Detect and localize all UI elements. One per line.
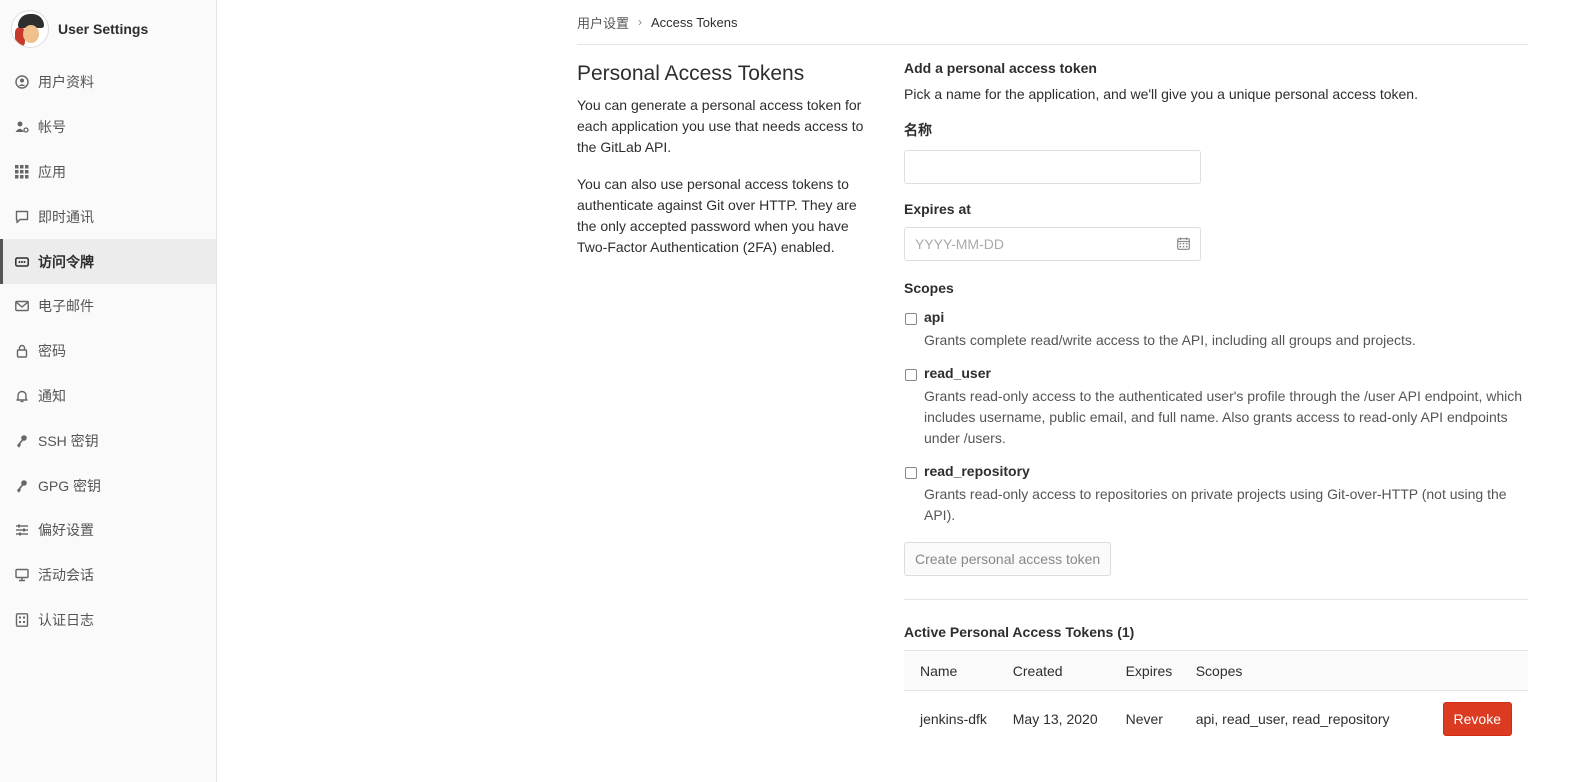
sidebar-item-label: 偏好设置 <box>38 522 94 539</box>
scope-description: Grants complete read/write access to the… <box>924 332 1416 348</box>
sidebar-item-gpg-keys[interactable]: GPG 密钥 <box>0 463 216 508</box>
divider <box>904 599 1528 600</box>
sidebar-item-active-sessions[interactable]: 活动会话 <box>0 553 216 598</box>
avatar <box>11 10 49 48</box>
sidebar-item-label: 密码 <box>38 343 66 360</box>
active-tokens-title: Active Personal Access Tokens (1) <box>904 624 1135 640</box>
column-header-actions <box>1414 651 1528 691</box>
sidebar-item-label: 应用 <box>38 163 66 180</box>
intro-paragraph: You can also use personal access tokens … <box>577 176 857 255</box>
sidebar-item-label: 帐号 <box>38 119 66 136</box>
token-form-section: Add a personal access token Pick a name … <box>904 60 1528 747</box>
sidebar-item-access-tokens[interactable]: 访问令牌 <box>0 239 216 284</box>
scope-option-api: api Grants complete read/write access to… <box>904 309 1528 351</box>
bell-icon <box>15 389 29 403</box>
sidebar-item-label: 通知 <box>38 387 66 404</box>
sidebar-item-notifications[interactable]: 通知 <box>0 374 216 419</box>
token-name-cell: jenkins-dfk <box>920 710 987 727</box>
token-icon <box>15 255 29 269</box>
applications-icon <box>15 164 29 179</box>
sidebar-item-label: GPG 密钥 <box>38 477 102 494</box>
breadcrumb-parent-link[interactable]: 用户设置 <box>577 13 629 32</box>
sidebar-item-label: 认证日志 <box>38 611 94 628</box>
preferences-icon <box>15 523 29 537</box>
sidebar-item-applications[interactable]: 应用 <box>0 150 216 195</box>
scope-description: Grants read-only access to the authentic… <box>924 388 1523 446</box>
form-description: Pick a name for the application, and we'… <box>904 86 1418 102</box>
profile-icon <box>15 75 29 90</box>
column-header-name: Name <box>920 662 958 679</box>
scopes-label: Scopes <box>904 280 954 296</box>
active-tokens-table: Name Created Expires Scopes jenkins-dfk … <box>904 650 1528 747</box>
token-scopes-cell: api, read_user, read_repository <box>1195 710 1390 727</box>
expires-label: Expires at <box>904 201 971 217</box>
breadcrumb-current[interactable]: Access Tokens <box>651 15 737 30</box>
sidebar-title: User Settings <box>58 21 149 37</box>
table-header-row: Name Created Expires Scopes <box>904 650 1528 691</box>
sidebar-item-profile[interactable]: 用户资料 <box>0 60 216 105</box>
expires-at-input[interactable] <box>904 227 1201 261</box>
scope-name[interactable]: read_user <box>924 365 1528 381</box>
lock-icon <box>15 344 29 358</box>
sidebar-item-label: 电子邮件 <box>38 298 94 315</box>
sidebar-item-chat[interactable]: 即时通讯 <box>0 194 216 239</box>
create-token-button[interactable]: Create personal access token <box>904 542 1112 576</box>
sidebar-item-password[interactable]: 密码 <box>0 329 216 374</box>
sidebar-item-ssh-keys[interactable]: SSH 密钥 <box>0 418 216 463</box>
sidebar-nav: 用户资料 帐号 应用 即时通讯 访问令牌 电子邮件 密码 通知 SSH 密钥 G… <box>0 60 216 642</box>
scope-name[interactable]: api <box>924 309 1416 325</box>
name-label: 名称 <box>904 122 932 138</box>
scope-option-read-user: read_user Grants read-only access to the… <box>904 365 1528 449</box>
scope-checkbox[interactable] <box>905 313 917 325</box>
account-icon <box>15 120 29 134</box>
log-icon <box>15 613 29 627</box>
token-action-cell: Revoke <box>1414 691 1528 747</box>
scope-checkbox[interactable] <box>905 467 917 479</box>
table-row: jenkins-dfk May 13, 2020 Never api, read… <box>904 691 1528 747</box>
column-header-created: Created <box>1012 662 1063 679</box>
sidebar-item-emails[interactable]: 电子邮件 <box>0 284 216 329</box>
scope-description: Grants read-only access to repositories … <box>924 486 1507 523</box>
sidebar-item-authentication-log[interactable]: 认证日志 <box>0 598 216 643</box>
expires-field <box>904 227 1201 261</box>
key-icon <box>15 434 29 448</box>
calendar-icon[interactable] <box>1177 237 1190 250</box>
form-title: Add a personal access token <box>904 60 1097 76</box>
sidebar-item-label: 活动会话 <box>38 567 94 584</box>
scope-option-read-repository: read_repository Grants read-only access … <box>904 463 1528 526</box>
chat-icon <box>15 210 29 224</box>
column-header-expires: Expires <box>1125 662 1173 679</box>
page-title: Personal Access Tokens <box>577 62 805 85</box>
sidebar-item-label: 即时通讯 <box>38 208 94 225</box>
sidebar-header[interactable]: User Settings <box>0 0 216 58</box>
main-content: 用户设置 › Access Tokens Personal Access Tok… <box>577 0 1528 736</box>
mail-icon <box>15 299 29 313</box>
sidebar-item-label: 用户资料 <box>38 74 94 91</box>
scope-checkbox[interactable] <box>905 369 917 381</box>
intro-paragraph: You can generate a personal access token… <box>577 97 864 155</box>
sidebar-item-preferences[interactable]: 偏好设置 <box>0 508 216 553</box>
sidebar-item-label: 访问令牌 <box>38 253 94 270</box>
revoke-button[interactable]: Revoke <box>1442 701 1512 736</box>
token-expires-cell: Never <box>1125 710 1163 727</box>
key-icon <box>15 479 29 493</box>
monitor-icon <box>15 568 29 582</box>
sidebar: User Settings 用户资料 帐号 应用 即时通讯 访问令牌 电子邮件 <box>0 0 217 782</box>
scope-name[interactable]: read_repository <box>924 463 1528 479</box>
breadcrumb: 用户设置 › Access Tokens <box>577 0 1528 45</box>
chevron-right-icon: › <box>638 15 643 29</box>
column-header-scopes: Scopes <box>1195 662 1243 679</box>
token-name-input[interactable] <box>904 150 1201 184</box>
sidebar-item-account[interactable]: 帐号 <box>0 105 216 150</box>
sidebar-item-label: SSH 密钥 <box>38 432 99 449</box>
token-created-cell: May 13, 2020 <box>1012 710 1098 727</box>
intro-section: Personal Access Tokens You can generate … <box>577 62 877 274</box>
